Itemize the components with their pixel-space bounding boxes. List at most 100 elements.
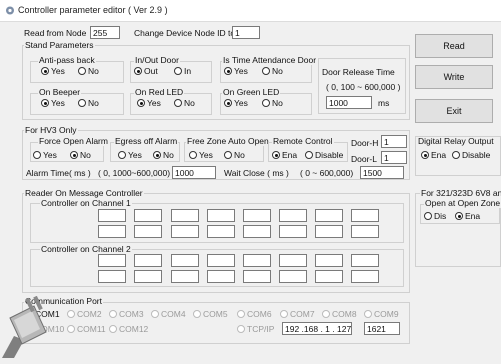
port-com9[interactable]: COM9 [364,309,399,319]
exit-button[interactable]: Exit [415,99,493,123]
force-open-alarm-label: Force Open Alarm [38,136,109,146]
port-com11[interactable]: COM11 [67,324,106,334]
read-from-node-label: Read from Node [24,28,87,38]
egress-off-alarm-yes[interactable]: Yes [118,150,142,160]
time-attendance-yes[interactable]: Yes [224,66,248,76]
channel1-label: Controller on Channel 1 [40,198,132,208]
channel1-box[interactable] [243,209,271,222]
on-red-led-no[interactable]: No [174,98,195,108]
channel1-box[interactable] [171,209,199,222]
channel1-box[interactable] [351,209,379,222]
ip-address-input[interactable]: 192 .168 . 1 . 127 [282,322,352,335]
channel2-box[interactable] [279,254,307,267]
open-zone-dis[interactable]: Dis [424,211,446,221]
anti-pass-back-yes[interactable]: Yes [41,66,65,76]
anti-pass-back-no[interactable]: No [78,66,99,76]
time-attendance-no[interactable]: No [262,66,283,76]
channel1-box[interactable] [315,209,343,222]
free-zone-auto-open-no[interactable]: No [224,150,245,160]
channel2-box[interactable] [134,270,162,283]
channel2-box[interactable] [243,270,271,283]
read-button[interactable]: Read [415,34,493,58]
channel2-box[interactable] [207,254,235,267]
on-green-led-yes[interactable]: Yes [224,98,248,108]
port-tcpip[interactable]: TCP/IP [237,324,274,334]
channel2-label: Controller on Channel 2 [40,244,132,254]
read-from-node-input[interactable]: 255 [90,26,120,39]
egress-off-alarm-label: Egress off Alarm [114,136,179,146]
force-open-alarm-yes[interactable]: Yes [33,150,57,160]
port-com2[interactable]: COM2 [67,309,102,319]
alarm-time-input[interactable]: 1000 [172,166,216,179]
port-com3[interactable]: COM3 [109,309,144,319]
reader-title: Reader On Message Controller [24,188,144,198]
door-l-input[interactable]: 1 [381,151,407,164]
on-beeper-yes[interactable]: Yes [41,98,65,108]
port-com4[interactable]: COM4 [151,309,186,319]
channel2-box[interactable] [315,270,343,283]
on-green-led-no[interactable]: No [262,98,283,108]
channel1-box[interactable] [315,225,343,238]
channel2-box[interactable] [171,270,199,283]
open-zone-ena[interactable]: Ena [455,211,480,221]
channel1-box[interactable] [351,225,379,238]
channel2-box[interactable] [171,254,199,267]
on-beeper-label: On Beeper [38,87,82,97]
channel2-box[interactable] [207,270,235,283]
digital-relay-ena[interactable]: Ena [421,150,446,160]
change-node-input[interactable]: 1 [232,26,260,39]
channel1-box[interactable] [279,225,307,238]
door-release-range: ( 0, 100 ~ 600,000 ) [326,82,401,92]
write-button[interactable]: Write [415,65,493,89]
anti-pass-back-label: Anti-pass back [38,55,96,65]
channel1-box[interactable] [171,225,199,238]
remote-control-label: Remote Control [272,136,334,146]
channel2-box[interactable] [134,254,162,267]
r321-title: For 321/323D 6V8 and I [420,188,501,198]
channel2-box[interactable] [98,270,126,283]
in-out-door-out[interactable]: Out [134,66,158,76]
on-beeper-no[interactable]: No [78,98,99,108]
channel2-box[interactable] [243,254,271,267]
alarm-time-range: ( 0, 1000~600,000) [98,168,171,178]
channel1-box[interactable] [134,225,162,238]
door-release-unit: ms [378,98,390,108]
port-com12[interactable]: COM12 [109,324,148,334]
wait-close-input[interactable]: 1500 [360,166,404,179]
tcp-port-input[interactable]: 1621 [364,322,400,335]
channel1-box[interactable] [207,209,235,222]
port-com5[interactable]: COM5 [193,309,228,319]
door-h-input[interactable]: 1 [381,135,407,148]
connector-plug-icon [2,296,47,358]
on-red-led-label: On Red LED [134,87,185,97]
free-zone-auto-open-label: Free Zone Auto Open [186,136,270,146]
channel1-box[interactable] [134,209,162,222]
port-com6[interactable]: COM6 [237,309,272,319]
channel1-box[interactable] [279,209,307,222]
door-release-input[interactable]: 1000 [326,96,372,109]
on-red-led-yes[interactable]: Yes [137,98,161,108]
title-bar: Controller parameter editor ( Ver 2.9 ) [0,0,501,22]
free-zone-auto-open-yes[interactable]: Yes [189,150,213,160]
channel2-box[interactable] [98,254,126,267]
force-open-alarm-no[interactable]: No [70,150,91,160]
port-com8[interactable]: COM8 [322,309,357,319]
remote-control-ena[interactable]: Ena [272,150,297,160]
digital-relay-disable[interactable]: Disable [452,150,490,160]
channel2-box[interactable] [315,254,343,267]
channel2-box[interactable] [351,254,379,267]
egress-off-alarm-no[interactable]: No [153,150,174,160]
in-out-door-in[interactable]: In [174,66,191,76]
open-at-open-zone-label: Open at Open Zone [424,198,501,208]
channel1-box[interactable] [243,225,271,238]
port-com7[interactable]: COM7 [280,309,315,319]
channel2-box[interactable] [279,270,307,283]
time-attendance-label: Is Time Attendance Door [222,55,318,65]
channel1-box[interactable] [207,225,235,238]
change-node-label: Change Device Node ID to [134,28,236,38]
channel1-box[interactable] [98,225,126,238]
remote-control-disable[interactable]: Disable [305,150,343,160]
channel2-box[interactable] [351,270,379,283]
in-out-door-label: In/Out Door [134,55,180,65]
channel1-box[interactable] [98,209,126,222]
